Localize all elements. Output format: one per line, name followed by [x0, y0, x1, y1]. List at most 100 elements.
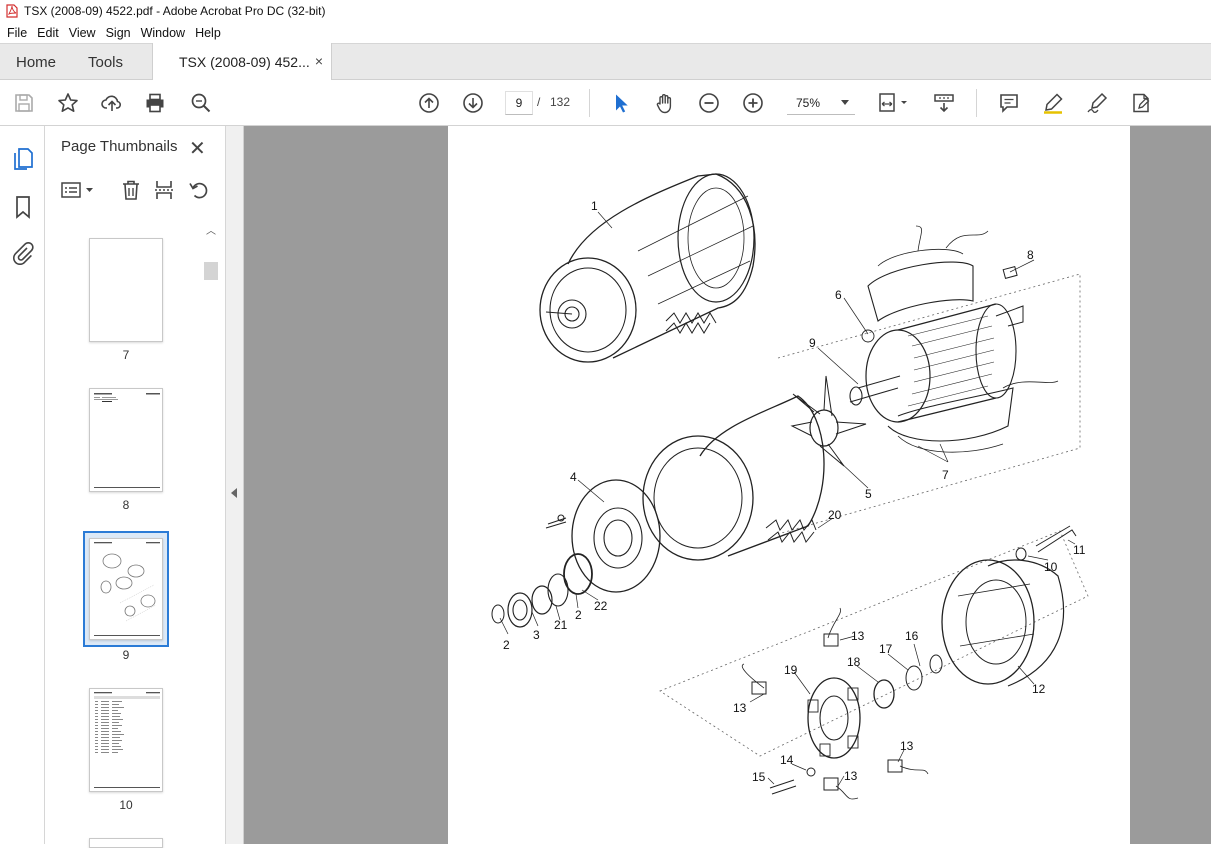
window-title: TSX (2008-09) 4522.pdf - Adobe Acrobat P…	[24, 4, 326, 18]
brush-drawing	[887, 759, 903, 773]
bookmark-icon	[16, 196, 30, 219]
edit-pdf-button[interactable]	[1129, 91, 1153, 115]
zoom-in-icon	[743, 93, 763, 113]
chevron-up-icon[interactable]: ︿	[206, 222, 216, 237]
menu-bar: File Edit View Sign Window Help	[0, 22, 1211, 43]
rotate-page-button[interactable]	[188, 178, 210, 202]
arrow-down-circle-icon	[463, 93, 483, 113]
insert-page-button[interactable]	[153, 178, 175, 202]
bookmarks-button[interactable]	[10, 194, 36, 220]
thumbnail-page-10[interactable]: 10	[83, 688, 169, 816]
fan-drawing	[790, 375, 867, 467]
zoom-level-select[interactable]: 75%	[787, 91, 855, 115]
acrobat-app-icon	[6, 4, 18, 18]
tab-tools[interactable]: Tools	[88, 44, 123, 80]
hand-tool-button[interactable]	[653, 91, 677, 115]
star-icon	[58, 93, 78, 112]
menu-sign[interactable]: Sign	[101, 26, 136, 40]
close-icon[interactable]: ✕	[189, 136, 206, 161]
callout-number: 13	[851, 629, 865, 643]
save-icon	[15, 94, 33, 112]
comment-icon	[1000, 94, 1018, 113]
callout-number: 8	[1027, 248, 1034, 262]
thumbnail-label: 7	[122, 348, 130, 362]
tab-home[interactable]: Home	[16, 44, 56, 80]
bookmark-star-button[interactable]	[56, 91, 80, 115]
panel-collapse-handle[interactable]	[226, 126, 244, 844]
hand-icon	[656, 94, 672, 114]
scroll-mode-button[interactable]	[932, 91, 956, 115]
menu-edit[interactable]: Edit	[32, 26, 64, 40]
callout-number: 5	[865, 487, 872, 501]
menu-file[interactable]: File	[2, 26, 32, 40]
page-total: 132	[550, 95, 571, 109]
save-button[interactable]	[12, 91, 36, 115]
insert-page-icon	[155, 181, 173, 199]
fit-page-button[interactable]	[876, 91, 912, 115]
thumbnail-image	[89, 538, 163, 640]
highlight-button[interactable]	[1041, 91, 1065, 115]
thumbnail-label: 8	[122, 498, 130, 512]
previous-page-button[interactable]	[417, 91, 441, 115]
delete-page-button[interactable]	[120, 178, 142, 202]
thumbnail-page-7[interactable]: 7	[83, 238, 169, 366]
sign-pen-icon	[1087, 92, 1108, 114]
tab-document-label: TSX (2008-09) 452...	[179, 53, 310, 70]
page-thumbnails-icon	[14, 148, 33, 170]
pdf-page: 1 8 6 9 7 5 4 20 11 10 2 3 21 2 22 13 16…	[448, 126, 1130, 844]
bearing-ring-drawing	[905, 665, 923, 691]
callout-number: 16	[905, 629, 919, 643]
scrollbar-thumb[interactable]	[204, 262, 218, 280]
callout-number: 13	[733, 701, 747, 715]
toolbar-divider	[976, 89, 977, 117]
attachments-button[interactable]	[10, 240, 36, 266]
tab-close-button[interactable]: ×	[315, 53, 323, 69]
callout-number: 3	[533, 628, 540, 642]
thumbnail-scrollbar[interactable]: ︿	[203, 222, 219, 844]
sign-button[interactable]	[1085, 91, 1109, 115]
end-cover-drawing	[941, 559, 1065, 687]
thumbnail-page-9[interactable]: 9	[83, 538, 169, 666]
callout-number: 2	[503, 638, 510, 652]
screw-drawing	[769, 779, 797, 795]
zoom-search-icon	[191, 93, 211, 113]
page-thumbnails-button[interactable]	[10, 146, 36, 172]
upload-button[interactable]	[100, 91, 124, 115]
thumbnail-options-button[interactable]	[61, 178, 95, 202]
menu-view[interactable]: View	[64, 26, 101, 40]
thumbnail-image	[89, 388, 163, 492]
menu-help[interactable]: Help	[190, 26, 226, 40]
callout-number: 22	[594, 599, 608, 613]
thumbnail-page-11-peek[interactable]	[89, 838, 163, 848]
washer-drawing	[1015, 547, 1027, 561]
menu-window[interactable]: Window	[136, 26, 190, 40]
highlight-pen-icon	[1044, 93, 1063, 114]
find-zoom-button[interactable]	[189, 91, 213, 115]
left-navigation-rail	[0, 126, 45, 844]
options-menu-icon	[61, 182, 93, 198]
tab-document[interactable]: TSX (2008-09) 452... ×	[152, 43, 332, 80]
edit-pdf-icon	[1133, 93, 1150, 113]
callout-number: 20	[828, 508, 842, 522]
zoom-in-button[interactable]	[741, 91, 765, 115]
next-page-button[interactable]	[461, 91, 485, 115]
screw-washer-drawing	[806, 767, 816, 777]
callout-leaders	[499, 211, 1076, 787]
bolt-drawing	[1035, 525, 1077, 553]
chevron-down-icon	[841, 100, 849, 105]
document-viewport[interactable]: 1 8 6 9 7 5 4 20 11 10 2 3 21 2 22 13 16…	[244, 126, 1211, 844]
zoom-out-button[interactable]	[697, 91, 721, 115]
comment-button[interactable]	[997, 91, 1021, 115]
thumbnail-content	[94, 542, 160, 636]
thumbnail-page-8[interactable]: 8	[83, 388, 169, 516]
page-number-input[interactable]	[505, 91, 533, 115]
callout-number: 21	[554, 618, 568, 632]
callout-number: 14	[780, 753, 794, 767]
toolbar-divider	[589, 89, 590, 117]
print-button[interactable]	[143, 91, 167, 115]
callout-number: 13	[844, 769, 858, 783]
chevron-left-icon[interactable]	[231, 488, 237, 498]
callout-number: 9	[809, 336, 816, 350]
select-tool-button[interactable]	[609, 91, 633, 115]
callout-number: 1	[591, 199, 598, 213]
